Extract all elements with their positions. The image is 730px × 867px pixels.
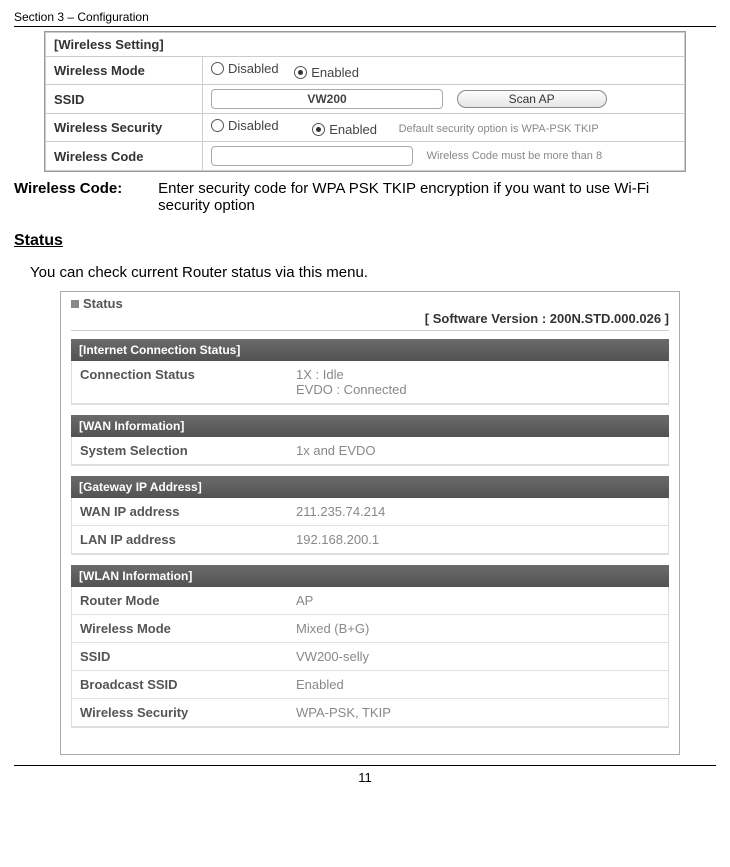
- status-row-key: Broadcast SSID: [72, 671, 288, 698]
- status-row-value: Enabled: [288, 671, 668, 698]
- wireless-mode-enabled-radio[interactable]: Enabled: [294, 65, 359, 80]
- status-row-key: LAN IP address: [72, 526, 288, 553]
- status-row-value: WPA-PSK, TKIP: [288, 699, 668, 726]
- wireless-security-disabled-radio[interactable]: Disabled: [211, 118, 279, 133]
- wireless-code-desc-text: Enter security code for WPA PSK TKIP enc…: [158, 180, 698, 214]
- wireless-mode-disabled-radio[interactable]: Disabled: [211, 61, 279, 76]
- software-version: [ Software Version : 200N.STD.000.026 ]: [71, 311, 669, 331]
- status-panel-title: Status: [71, 296, 669, 311]
- page-number: 11: [14, 765, 716, 785]
- status-row: System Selection1x and EVDO: [72, 437, 668, 465]
- status-row: Broadcast SSIDEnabled: [72, 671, 668, 699]
- wireless-code-input[interactable]: [211, 146, 413, 166]
- wireless-setting-title: [Wireless Setting]: [46, 33, 685, 57]
- wireless-code-desc-label: Wireless Code:: [14, 180, 154, 197]
- wireless-code-hint: Wireless Code must be more than 8: [427, 150, 602, 162]
- status-row: WAN IP address211.235.74.214: [72, 498, 668, 526]
- radio-selected-icon: [294, 66, 307, 79]
- status-group-header: [Gateway IP Address]: [71, 476, 669, 498]
- status-row: Wireless SecurityWPA-PSK, TKIP: [72, 699, 668, 727]
- status-row-key: WAN IP address: [72, 498, 288, 525]
- status-row-key: Connection Status: [72, 361, 288, 403]
- status-row-value: 192.168.200.1: [288, 526, 668, 553]
- wireless-security-enabled-label: Enabled: [329, 122, 377, 137]
- square-bullet-icon: [71, 300, 79, 308]
- status-row-key: SSID: [72, 643, 288, 670]
- scan-ap-button[interactable]: Scan AP: [457, 90, 607, 108]
- status-row-value: Mixed (B+G): [288, 615, 668, 642]
- wireless-setting-figure: [Wireless Setting] Wireless Mode Disable…: [44, 31, 686, 172]
- status-row-key: Wireless Security: [72, 699, 288, 726]
- wireless-code-description: Wireless Code: Enter security code for W…: [14, 180, 716, 214]
- status-row: Router ModeAP: [72, 587, 668, 615]
- status-group-header: [Internet Connection Status]: [71, 339, 669, 361]
- wireless-security-disabled-label: Disabled: [228, 118, 279, 133]
- ssid-input[interactable]: VW200: [211, 89, 443, 109]
- status-row-key: System Selection: [72, 437, 288, 464]
- wireless-mode-enabled-label: Enabled: [311, 65, 359, 80]
- wireless-mode-disabled-label: Disabled: [228, 61, 279, 76]
- wireless-mode-label: Wireless Mode: [46, 57, 203, 85]
- status-figure: Status [ Software Version : 200N.STD.000…: [60, 291, 680, 755]
- status-row-value: VW200-selly: [288, 643, 668, 670]
- wireless-code-label: Wireless Code: [46, 142, 203, 171]
- status-row: SSIDVW200-selly: [72, 643, 668, 671]
- radio-unselected-icon: [211, 119, 224, 132]
- status-row-key: Router Mode: [72, 587, 288, 614]
- wireless-security-enabled-radio[interactable]: Enabled: [312, 122, 377, 137]
- status-row: LAN IP address192.168.200.1: [72, 526, 668, 554]
- status-row-key: Wireless Mode: [72, 615, 288, 642]
- ssid-label: SSID: [46, 85, 203, 114]
- status-row-value: 211.235.74.214: [288, 498, 668, 525]
- status-row-value: 1X : Idle EVDO : Connected: [288, 361, 668, 403]
- status-group-header: [WLAN Information]: [71, 565, 669, 587]
- status-row-value: 1x and EVDO: [288, 437, 668, 464]
- radio-unselected-icon: [211, 62, 224, 75]
- status-row-value: AP: [288, 587, 668, 614]
- radio-selected-icon: [312, 123, 325, 136]
- status-heading: Status: [14, 232, 716, 250]
- status-row: Connection Status1X : Idle EVDO : Connec…: [72, 361, 668, 404]
- wireless-security-hint: Default security option is WPA-PSK TKIP: [399, 123, 599, 135]
- status-group-header: [WAN Information]: [71, 415, 669, 437]
- wireless-security-label: Wireless Security: [46, 114, 203, 142]
- status-intro: You can check current Router status via …: [30, 264, 716, 281]
- page-header: Section 3 – Configuration: [14, 10, 716, 27]
- status-row: Wireless ModeMixed (B+G): [72, 615, 668, 643]
